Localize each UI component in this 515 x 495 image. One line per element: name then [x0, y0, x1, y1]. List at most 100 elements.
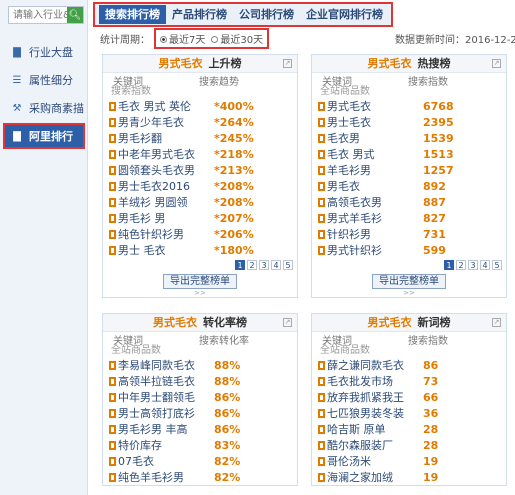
row-keyword[interactable]: 男士毛衣 [327, 114, 423, 130]
table-row[interactable]: 男毛衫 男 *207% [103, 210, 297, 226]
row-keyword[interactable]: 男式毛衣 [327, 98, 423, 114]
sidebar-item-attributes[interactable]: ☰ 属性细分 [0, 68, 88, 92]
tab-search-ranking[interactable]: 搜索排行榜 [99, 5, 166, 24]
table-row[interactable]: 男毛衣 892 [312, 178, 506, 194]
table-row[interactable]: 李易峰同款毛衣 88% [103, 357, 297, 373]
table-row[interactable]: 羊毛衫男 1257 [312, 162, 506, 178]
table-row[interactable]: 针织衫男 731 [312, 226, 506, 242]
row-keyword[interactable]: 七匹狼男装冬装 [327, 405, 423, 421]
expand-icon[interactable]: ↗ [492, 59, 501, 68]
row-keyword[interactable]: 男式针织衫 [327, 242, 423, 258]
row-keyword[interactable]: 羊绒衫 男圆领 [118, 194, 214, 210]
table-row[interactable]: 哈吉斯 原单 28 [312, 421, 506, 437]
table-row[interactable]: 纯色针织衫男 *206% [103, 226, 297, 242]
row-keyword[interactable]: 男青少年毛衣 [118, 114, 214, 130]
table-row[interactable]: 圆领套头毛衣男 *213% [103, 162, 297, 178]
period-7days-radio[interactable]: 最近7天 [160, 31, 205, 46]
table-row[interactable]: 男毛衫男 丰高 86% [103, 421, 297, 437]
page-button[interactable]: 2 [247, 260, 257, 270]
table-row[interactable]: 羊绒衫 男圆领 *208% [103, 194, 297, 210]
table-row[interactable]: 哥伦汤米 19 [312, 453, 506, 469]
row-keyword[interactable]: 李易峰同款毛衣 [118, 357, 214, 373]
row-keyword[interactable]: 男毛衫 男 [118, 210, 214, 226]
row-keyword[interactable]: 高领毛衣男 [327, 194, 423, 210]
page-button[interactable]: 2 [456, 260, 466, 270]
row-keyword[interactable]: 毛衣 男式 英伦 [118, 98, 214, 114]
row-keyword[interactable]: 中老年男式毛衣 [118, 146, 214, 162]
tab-company-ranking[interactable]: 公司排行榜 [233, 5, 300, 24]
table-row[interactable]: 男式针织衫 599 [312, 242, 506, 258]
table-row[interactable]: 男士高领打底衫 86% [103, 405, 297, 421]
table-row[interactable]: 高领半拉链毛衣 88% [103, 373, 297, 389]
industry-search-input[interactable] [9, 7, 67, 23]
row-keyword[interactable]: 男士 毛衣 [118, 242, 214, 258]
table-row[interactable]: 毛衣 男式 1513 [312, 146, 506, 162]
page-button[interactable]: 1 [235, 260, 245, 270]
table-row[interactable]: 毛衣批发市场 73 [312, 373, 506, 389]
page-button[interactable]: 1 [444, 260, 454, 270]
sidebar-item-ranking[interactable]: ▇ 阿里排行 [3, 123, 85, 149]
tab-website-ranking[interactable]: 企业官网排行榜 [300, 5, 389, 24]
table-row[interactable]: 高领毛衣男 887 [312, 194, 506, 210]
table-row[interactable]: 男士毛衣2016 *208% [103, 178, 297, 194]
row-keyword[interactable]: 男毛衣 [327, 178, 423, 194]
expand-icon[interactable]: ↗ [283, 318, 292, 327]
row-keyword[interactable]: 毛衣批发市场 [327, 373, 423, 389]
page-button[interactable]: 3 [259, 260, 269, 270]
tab-product-ranking[interactable]: 产品排行榜 [166, 5, 233, 24]
table-row[interactable]: 七匹狼男装冬装 36 [312, 405, 506, 421]
sidebar-item-industry[interactable]: ▇ 行业大盘 [0, 40, 88, 64]
table-row[interactable]: 男毛衫翻 *245% [103, 130, 297, 146]
row-keyword[interactable]: 中年男士翻领毛 [118, 389, 214, 405]
table-row[interactable]: 中年男士翻领毛 86% [103, 389, 297, 405]
table-row[interactable]: 男式羊毛衫 827 [312, 210, 506, 226]
row-keyword[interactable]: 哥伦汤米 [327, 453, 423, 469]
table-row[interactable]: 酷尔森服装厂 28 [312, 437, 506, 453]
table-row[interactable]: 毛衣 男式 英伦 *400% [103, 98, 297, 114]
row-keyword[interactable]: 高领半拉链毛衣 [118, 373, 214, 389]
row-keyword[interactable]: 毛衣 男式 [327, 146, 423, 162]
page-button[interactable]: 4 [480, 260, 490, 270]
table-row[interactable]: 海澜之家加绒 19 [312, 469, 506, 485]
row-keyword[interactable]: 07毛衣 [118, 453, 214, 469]
row-keyword[interactable]: 羊毛衫男 [327, 162, 423, 178]
row-keyword[interactable]: 男士毛衣2016 [118, 178, 214, 194]
period-30days-radio[interactable]: 最近30天 [211, 31, 263, 46]
page-button[interactable]: 5 [283, 260, 293, 270]
row-keyword[interactable]: 男毛衫翻 [118, 130, 214, 146]
row-keyword[interactable]: 毛衣男 [327, 130, 423, 146]
table-row[interactable]: 男士毛衣 2395 [312, 114, 506, 130]
row-keyword[interactable]: 纯色羊毛衫男 [118, 469, 214, 485]
page-button[interactable]: 5 [492, 260, 502, 270]
table-row[interactable]: 毛衣男 1539 [312, 130, 506, 146]
table-row[interactable]: 薛之谦同款毛衣 86 [312, 357, 506, 373]
row-keyword[interactable]: 纯色针织衫男 [118, 226, 214, 242]
row-keyword[interactable]: 男式羊毛衫 [327, 210, 423, 226]
export-button[interactable]: 导出完整榜单 [163, 274, 237, 289]
sidebar-item-buyers[interactable]: ⚒ 采购商素描 [0, 96, 88, 120]
row-keyword[interactable]: 酷尔森服装厂 [327, 437, 423, 453]
row-keyword[interactable]: 哈吉斯 原单 [327, 421, 423, 437]
table-row[interactable]: 中老年男式毛衣 *218% [103, 146, 297, 162]
export-button[interactable]: 导出完整榜单 [372, 274, 446, 289]
table-row[interactable]: 纯色羊毛衫男 82% [103, 469, 297, 485]
search-icon[interactable]: 🔍︎ [67, 7, 83, 23]
page-button[interactable]: 4 [271, 260, 281, 270]
page-button[interactable]: 3 [468, 260, 478, 270]
expand-icon[interactable]: ↗ [492, 318, 501, 327]
table-row[interactable]: 放弃我抓紧我王 66 [312, 389, 506, 405]
row-keyword[interactable]: 薛之谦同款毛衣 [327, 357, 423, 373]
table-row[interactable]: 男青少年毛衣 *264% [103, 114, 297, 130]
row-keyword[interactable]: 海澜之家加绒 [327, 469, 423, 485]
row-keyword[interactable]: 圆领套头毛衣男 [118, 162, 214, 178]
row-keyword[interactable]: 男毛衫男 丰高 [118, 421, 214, 437]
table-row[interactable]: 男士 毛衣 *180% [103, 242, 297, 258]
table-row[interactable]: 男式毛衣 6768 [312, 98, 506, 114]
row-keyword[interactable]: 男士高领打底衫 [118, 405, 214, 421]
row-keyword[interactable]: 特价库存 [118, 437, 214, 453]
table-row[interactable]: 特价库存 83% [103, 437, 297, 453]
expand-icon[interactable]: ↗ [283, 59, 292, 68]
table-row[interactable]: 07毛衣 82% [103, 453, 297, 469]
row-keyword[interactable]: 放弃我抓紧我王 [327, 389, 423, 405]
row-keyword[interactable]: 针织衫男 [327, 226, 423, 242]
